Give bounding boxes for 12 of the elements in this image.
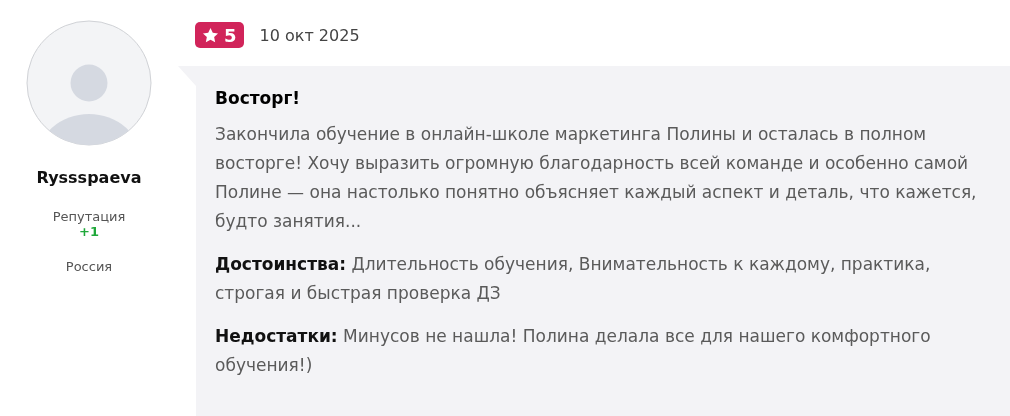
reputation-value: +1: [79, 224, 99, 239]
review-text: Закончила обучение в онлайн-школе маркетинга Полины и осталась в полном восторге! Хочу выразить огромную благодарность всей команде и особенно самой Полине — она настолько понятно объясняет каждый аспект и деталь, что кажется, будто занятия...: [215, 123, 978, 233]
review-section: Недостатки: Минусов не нашла! Полина делала все для нашего комфортного обучения!): [215, 322, 994, 380]
rating-badge: 5: [195, 22, 244, 48]
reputation-label: Репутация: [52, 209, 126, 224]
review-section: Достоинства: Длительность обучения, Внимательность к каждому, практика, строгая и быстрая проверка ДЗ: [215, 250, 994, 308]
author-name[interactable]: Ryssspaeva: [36, 168, 142, 187]
avatar-icon: [26, 20, 152, 146]
review-title: Восторг!: [215, 88, 302, 108]
author-country: Россия: [65, 259, 113, 274]
star-icon: [201, 25, 220, 45]
review-date: 10 окт 2025: [259, 25, 360, 45]
